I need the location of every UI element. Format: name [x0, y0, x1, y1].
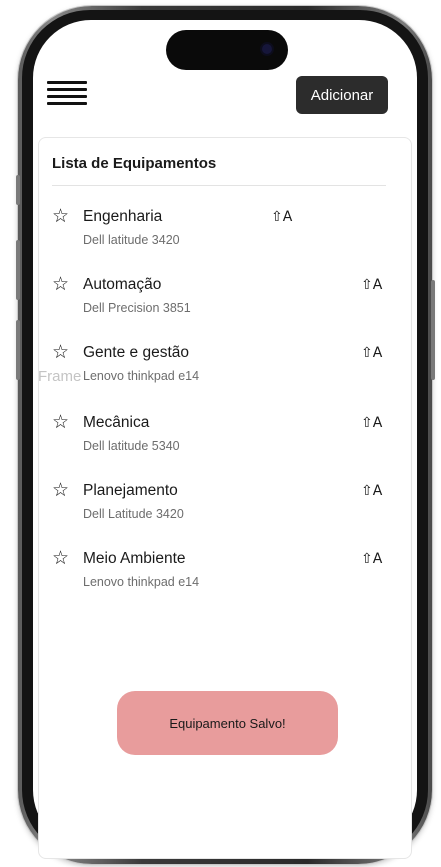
title-divider — [52, 185, 386, 186]
side-button-volume-down — [16, 320, 20, 380]
equipment-model: Dell latitude 5340 — [83, 439, 180, 453]
list-item[interactable]: ☆ Planejamento Dell Latitude 3420 ⇧A — [50, 481, 390, 538]
equipment-model: Dell Precision 3851 — [83, 301, 191, 315]
toast-notification: Equipamento Salvo! — [117, 691, 338, 755]
side-button-action — [16, 175, 20, 205]
list-item[interactable]: ☆ Mecânica Dell latitude 5340 ⇧A — [50, 413, 390, 470]
sort-icon[interactable]: ⇧A — [361, 551, 382, 567]
department-name: Meio Ambiente — [83, 550, 186, 567]
equipment-model: Dell Latitude 3420 — [83, 507, 184, 521]
list-title: Lista de Equipamentos — [52, 155, 217, 172]
star-icon[interactable]: ☆ — [52, 207, 69, 226]
star-icon[interactable]: ☆ — [52, 343, 69, 362]
star-icon[interactable]: ☆ — [52, 413, 69, 432]
side-button-volume-up — [16, 240, 20, 300]
list-item[interactable]: ☆ Automação Dell Precision 3851 ⇧A — [50, 275, 390, 332]
sort-icon[interactable]: ⇧A — [271, 209, 292, 225]
sort-icon[interactable]: ⇧A — [361, 483, 382, 499]
list-item[interactable]: ☆ Gente e gestão Lenovo thinkpad e14 ⇧A — [50, 343, 390, 400]
star-icon[interactable]: ☆ — [52, 481, 69, 500]
department-name: Automação — [83, 276, 162, 293]
equipment-model: Lenovo thinkpad e14 — [83, 369, 200, 383]
equipment-model: Dell latitude 3420 — [83, 233, 180, 247]
side-button-power — [431, 280, 435, 380]
sort-icon[interactable]: ⇧A — [361, 345, 382, 361]
sort-icon[interactable]: ⇧A — [361, 277, 382, 293]
department-name: Engenharia — [83, 208, 163, 225]
list-item[interactable]: ☆ Meio Ambiente Lenovo thinkpad e14 ⇧A — [50, 549, 390, 606]
add-button[interactable]: Adicionar — [296, 76, 388, 114]
sort-icon[interactable]: ⇧A — [361, 415, 382, 431]
star-icon[interactable]: ☆ — [52, 275, 69, 294]
camera-lens — [262, 44, 272, 54]
department-name: Gente e gestão — [83, 344, 189, 361]
star-icon[interactable]: ☆ — [52, 549, 69, 568]
dynamic-island — [166, 30, 288, 70]
department-name: Planejamento — [83, 482, 178, 499]
hamburger-menu-icon[interactable] — [47, 81, 87, 111]
list-item[interactable]: ☆ Engenharia Dell latitude 3420 ⇧A — [50, 207, 390, 264]
toast-message: Equipamento Salvo! — [169, 715, 286, 731]
equipment-model: Lenovo thinkpad e14 — [83, 575, 200, 589]
department-name: Mecânica — [83, 414, 150, 431]
